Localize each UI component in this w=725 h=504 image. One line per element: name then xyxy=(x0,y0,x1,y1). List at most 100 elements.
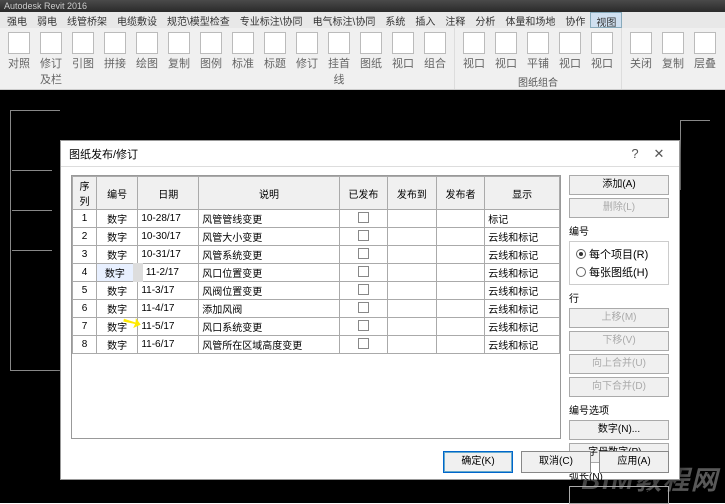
table-header[interactable]: 说明 xyxy=(199,177,339,210)
delete-button: 删除(L) xyxy=(569,198,669,218)
menu-item[interactable]: 规范\模型检查 xyxy=(162,12,235,28)
table-header[interactable]: 已发布 xyxy=(339,177,388,210)
table-row[interactable]: 3数字10-31/17风管系统变更云线和标记 xyxy=(73,246,560,264)
ribbon-button[interactable]: 绘图 xyxy=(132,30,162,89)
table-header[interactable]: 发布到 xyxy=(388,177,437,210)
table-row[interactable]: 8数字11-6/17风管所在区域高度变更云线和标记 xyxy=(73,336,560,354)
ribbon-button[interactable]: 视口 xyxy=(555,30,585,73)
published-checkbox[interactable] xyxy=(339,210,388,228)
tool-icon xyxy=(630,32,652,54)
tool-icon xyxy=(591,32,613,54)
ribbon-button[interactable]: 图例 xyxy=(196,30,226,89)
ribbon-button[interactable]: 视口 xyxy=(491,30,521,73)
tool-icon xyxy=(264,32,286,54)
tool-icon xyxy=(559,32,581,54)
table-row[interactable]: 4数字11-2/17风口位置变更云线和标记 xyxy=(73,264,560,282)
ribbon-button[interactable]: 对照 xyxy=(4,30,34,89)
ribbon-button[interactable]: 复制 xyxy=(658,30,688,89)
tool-icon xyxy=(72,32,94,54)
menu-item[interactable]: 电缆敷设 xyxy=(112,12,162,28)
move-down-button: 下移(V) xyxy=(569,331,669,351)
menu-item[interactable]: 电气标注\协同 xyxy=(308,12,381,28)
table-row[interactable]: 5数字11-3/17风阀位置变更云线和标记 xyxy=(73,282,560,300)
cancel-button[interactable]: 取消(C) xyxy=(521,451,591,473)
ribbon-button[interactable]: 视口 xyxy=(388,30,418,89)
published-checkbox[interactable] xyxy=(339,336,388,354)
ribbon-button[interactable]: 层叠 xyxy=(690,30,720,89)
ribbon-button[interactable]: 标题 xyxy=(260,30,290,89)
ok-button[interactable]: 确定(K) xyxy=(443,451,513,473)
tool-icon xyxy=(463,32,485,54)
tool-icon xyxy=(527,32,549,54)
close-button[interactable]: ✕ xyxy=(647,146,671,162)
menu-item[interactable]: 强电 xyxy=(2,12,32,28)
tool-icon xyxy=(662,32,684,54)
table-header[interactable]: 日期 xyxy=(138,177,199,210)
numbering-label: 编号 xyxy=(569,223,669,238)
tool-icon xyxy=(328,32,350,54)
ribbon-button[interactable]: 复制 xyxy=(164,30,194,89)
tool-icon xyxy=(104,32,126,54)
help-button[interactable]: ? xyxy=(623,146,647,161)
menu-item[interactable]: 插入 xyxy=(410,12,440,28)
title-bar: Autodesk Revit 2016 xyxy=(0,0,725,12)
ribbon-button[interactable]: 关闭 xyxy=(626,30,656,89)
table-row[interactable]: 1数字10-28/17风管管线变更标记 xyxy=(73,210,560,228)
per-project-radio[interactable]: 每个项目(R) xyxy=(572,245,666,263)
menu-bar[interactable]: 强电弱电线管桥架电缆敷设规范\模型检查专业标注\协同电气标注\协同系统插入注释分… xyxy=(0,12,725,28)
revisions-table[interactable]: 序列编号日期说明已发布发布到发布者显示 1数字10-28/17风管管线变更标记2… xyxy=(72,176,560,439)
side-panel: 添加(A) 删除(L) 编号 每个项目(R) 每张图纸(H) 行 上移(M) 下… xyxy=(569,175,669,439)
menu-item[interactable]: 视图 xyxy=(590,12,622,28)
ribbon-button[interactable]: 视口 xyxy=(459,30,489,73)
ribbon-button[interactable]: 引图 xyxy=(68,30,98,89)
menu-item[interactable]: 协作 xyxy=(560,12,590,28)
menu-item[interactable]: 系统 xyxy=(380,12,410,28)
tool-icon xyxy=(232,32,254,54)
revisions-dialog: 图纸发布/修订 ? ✕ 序列编号日期说明已发布发布到发布者显示 1数字10-28… xyxy=(60,140,680,480)
tool-icon xyxy=(495,32,517,54)
ribbon-button[interactable]: 挂首线 xyxy=(324,30,354,89)
per-sheet-radio[interactable]: 每张图纸(H) xyxy=(572,263,666,281)
ribbon-button[interactable]: 组合 xyxy=(420,30,450,89)
menu-item[interactable]: 弱电 xyxy=(32,12,62,28)
arclen-input[interactable]: 20.0 xyxy=(569,486,669,504)
menu-item[interactable]: 线管桥架 xyxy=(62,12,112,28)
table-row[interactable]: 6数字11-4/17添加风阀云线和标记 xyxy=(73,300,560,318)
ribbon-button[interactable]: 标准 xyxy=(228,30,258,89)
tool-icon xyxy=(392,32,414,54)
apply-button[interactable]: 应用(A) xyxy=(599,451,669,473)
tool-icon xyxy=(200,32,222,54)
tool-icon xyxy=(40,32,62,54)
tool-icon xyxy=(8,32,30,54)
published-checkbox[interactable] xyxy=(339,246,388,264)
merge-down-button: 向下合并(D) xyxy=(569,377,669,397)
ribbon-button[interactable]: 平铺 xyxy=(523,30,553,73)
ribbon-button[interactable]: 修订及栏 xyxy=(36,30,66,89)
menu-item[interactable]: 注释 xyxy=(440,12,470,28)
table-row[interactable]: 2数字10-30/17风管大小变更云线和标记 xyxy=(73,228,560,246)
table-header[interactable]: 编号 xyxy=(97,177,138,210)
tool-icon xyxy=(424,32,446,54)
ribbon-button[interactable]: 视口 xyxy=(587,30,617,73)
table-header[interactable]: 显示 xyxy=(485,177,560,210)
ribbon-button[interactable]: 拼接 xyxy=(100,30,130,89)
published-checkbox[interactable] xyxy=(339,318,388,336)
table-header[interactable]: 发布者 xyxy=(436,177,485,210)
menu-item[interactable]: 专业标注\协同 xyxy=(235,12,308,28)
add-button[interactable]: 添加(A) xyxy=(569,175,669,195)
menu-item[interactable]: 体量和场地 xyxy=(500,12,560,28)
ribbon: 对照修订及栏引图拼接绘图复制图例标准标题修订挂首线图纸视口组合创建视口视口平铺视… xyxy=(0,28,725,90)
ribbon-button[interactable]: 修订 xyxy=(292,30,322,89)
menu-item[interactable]: 分析 xyxy=(470,12,500,28)
published-checkbox[interactable] xyxy=(339,300,388,318)
published-checkbox[interactable] xyxy=(339,228,388,246)
tool-icon xyxy=(136,32,158,54)
ribbon-button[interactable]: 图纸 xyxy=(356,30,386,89)
numeric-button[interactable]: 数字(N)... xyxy=(569,420,669,440)
published-checkbox[interactable] xyxy=(339,264,388,282)
table-header[interactable]: 序列 xyxy=(73,177,97,210)
tool-icon xyxy=(296,32,318,54)
published-checkbox[interactable] xyxy=(339,282,388,300)
move-up-button: 上移(M) xyxy=(569,308,669,328)
table-row[interactable]: 7数字11-5/17风口系统变更云线和标记 xyxy=(73,318,560,336)
